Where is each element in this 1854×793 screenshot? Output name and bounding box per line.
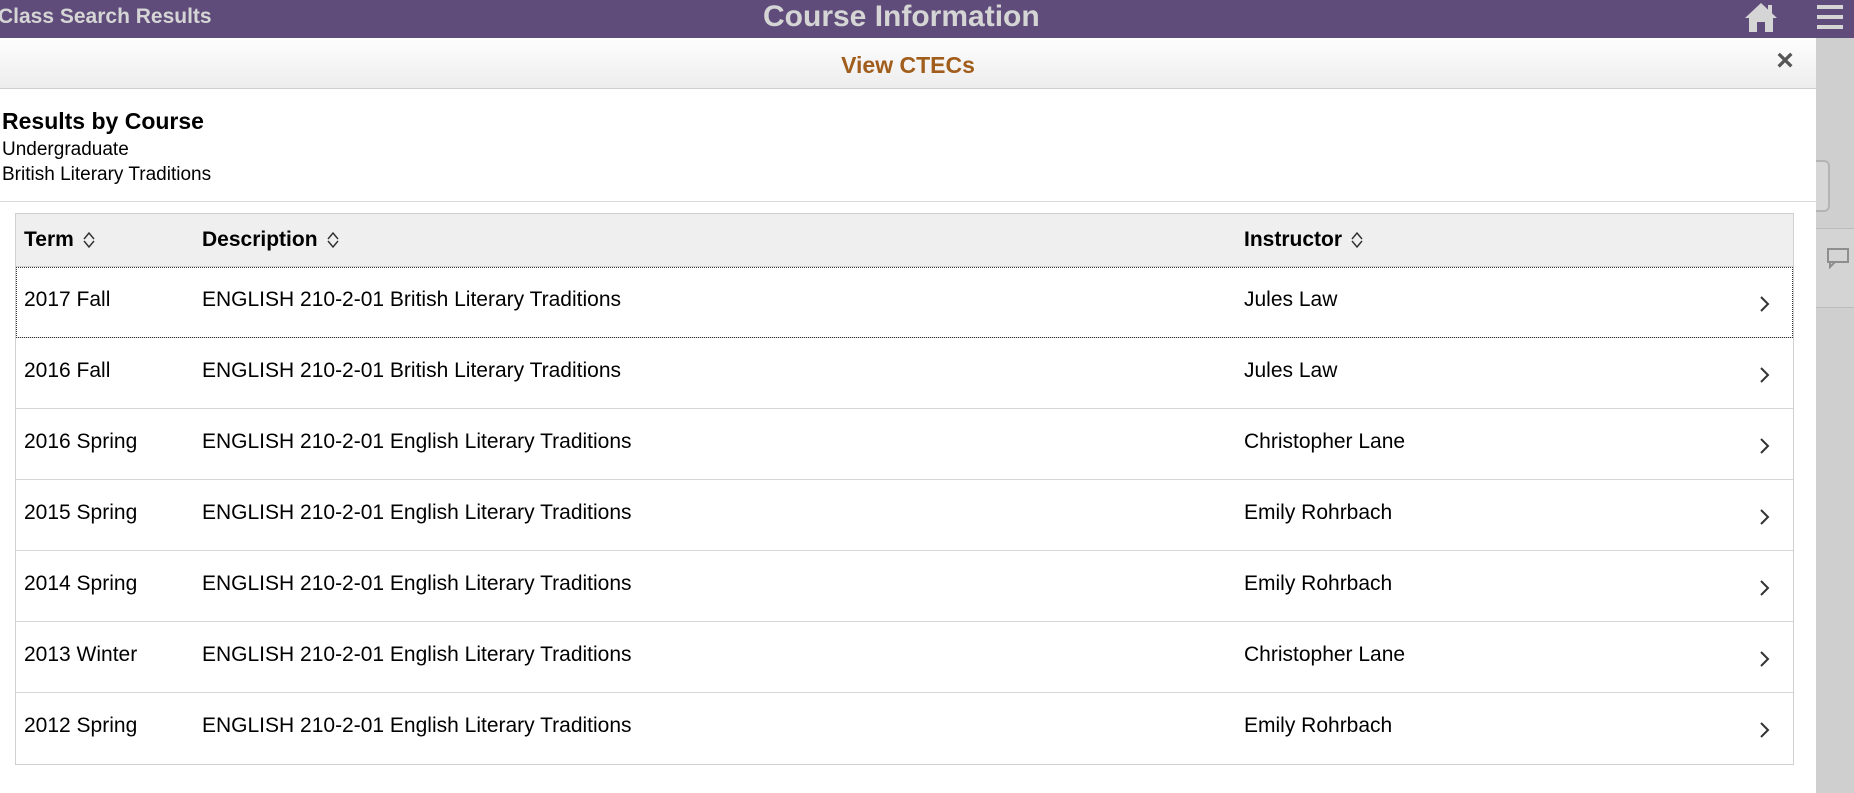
chevron-right-icon: [1760, 651, 1770, 667]
course-title: British Literary Traditions: [2, 164, 212, 185]
description-cell: ENGLISH 210-2-01 English Literary Tradit…: [202, 430, 632, 453]
term-cell: 2016 Spring: [24, 430, 138, 453]
instructor-cell: Emily Rohrbach: [1244, 714, 1393, 737]
column-header-description[interactable]: Description: [202, 228, 340, 252]
column-header-term[interactable]: Term: [24, 228, 96, 252]
term-cell: 2017 Fall: [24, 288, 111, 311]
page-banner: Class Search Results Course Information: [0, 0, 1854, 38]
description-cell: ENGLISH 210-2-01 English Literary Tradit…: [202, 501, 632, 524]
close-button[interactable]: ×: [1772, 46, 1798, 76]
underlying-panel-tab: [1816, 160, 1830, 212]
description-cell: ENGLISH 210-2-01 British Literary Tradit…: [202, 359, 622, 382]
chevron-right-icon: [1760, 296, 1770, 312]
modal-title: View CTECs: [841, 52, 975, 78]
underlying-page: [1816, 38, 1854, 793]
column-header-label: Instructor: [1244, 228, 1343, 251]
view-ctecs-modal: View CTECs × Results by Course Undergrad…: [0, 38, 1816, 793]
description-cell: ENGLISH 210-2-01 English Literary Tradit…: [202, 643, 632, 666]
description-cell: ENGLISH 210-2-01 English Literary Tradit…: [202, 714, 632, 737]
chevron-right-icon: [1760, 367, 1770, 383]
comment-icon: [1827, 248, 1849, 269]
instructor-cell: Emily Rohrbach: [1244, 501, 1393, 524]
back-link[interactable]: Class Search Results: [0, 5, 212, 29]
grid-header: Term Description Instructor: [16, 214, 1793, 267]
sort-icon: [326, 231, 339, 249]
results-heading: Results by Course: [2, 108, 204, 134]
sort-icon: [1351, 231, 1363, 249]
home-icon[interactable]: [1743, 1, 1779, 33]
modal-header: View CTECs ×: [0, 38, 1816, 89]
table-row[interactable]: 2016 Spring ENGLISH 210-2-01 English Lit…: [16, 409, 1793, 480]
table-row[interactable]: 2012 Spring ENGLISH 210-2-01 English Lit…: [16, 693, 1793, 764]
table-row[interactable]: 2013 Winter ENGLISH 210-2-01 English Lit…: [16, 622, 1793, 693]
chevron-right-icon: [1760, 509, 1770, 525]
career-label: Undergraduate: [2, 139, 129, 160]
column-header-label: Description: [202, 228, 318, 251]
instructor-cell: Christopher Lane: [1244, 430, 1406, 453]
table-row[interactable]: 2017 Fall ENGLISH 210-2-01 British Liter…: [16, 267, 1793, 338]
instructor-cell: Jules Law: [1244, 359, 1338, 382]
chevron-right-icon: [1760, 722, 1770, 738]
instructor-cell: Emily Rohrbach: [1244, 572, 1393, 595]
description-cell: ENGLISH 210-2-01 English Literary Tradit…: [202, 572, 632, 595]
table-row[interactable]: 2016 Fall ENGLISH 210-2-01 British Liter…: [16, 338, 1793, 409]
sort-icon: [83, 231, 95, 249]
column-header-label: Term: [24, 228, 74, 251]
course-info: Results by Course Undergraduate British …: [0, 89, 1816, 202]
ctec-results-grid: Term Description Instructor 2017 Fall EN…: [15, 213, 1794, 765]
column-header-instructor[interactable]: Instructor: [1244, 228, 1364, 252]
page-title: Course Information: [763, 0, 1040, 33]
chevron-right-icon: [1760, 580, 1770, 596]
term-cell: 2014 Spring: [24, 572, 138, 595]
hamburger-menu-icon[interactable]: [1815, 2, 1845, 32]
term-cell: 2012 Spring: [24, 714, 138, 737]
instructor-cell: Christopher Lane: [1244, 643, 1406, 666]
instructor-cell: Jules Law: [1244, 288, 1338, 311]
description-cell: ENGLISH 210-2-01 British Literary Tradit…: [202, 288, 622, 311]
table-row[interactable]: 2015 Spring ENGLISH 210-2-01 English Lit…: [16, 480, 1793, 551]
chevron-right-icon: [1760, 438, 1770, 454]
term-cell: 2016 Fall: [24, 359, 111, 382]
term-cell: 2015 Spring: [24, 501, 138, 524]
table-row[interactable]: 2014 Spring ENGLISH 210-2-01 English Lit…: [16, 551, 1793, 622]
term-cell: 2013 Winter: [24, 643, 138, 666]
